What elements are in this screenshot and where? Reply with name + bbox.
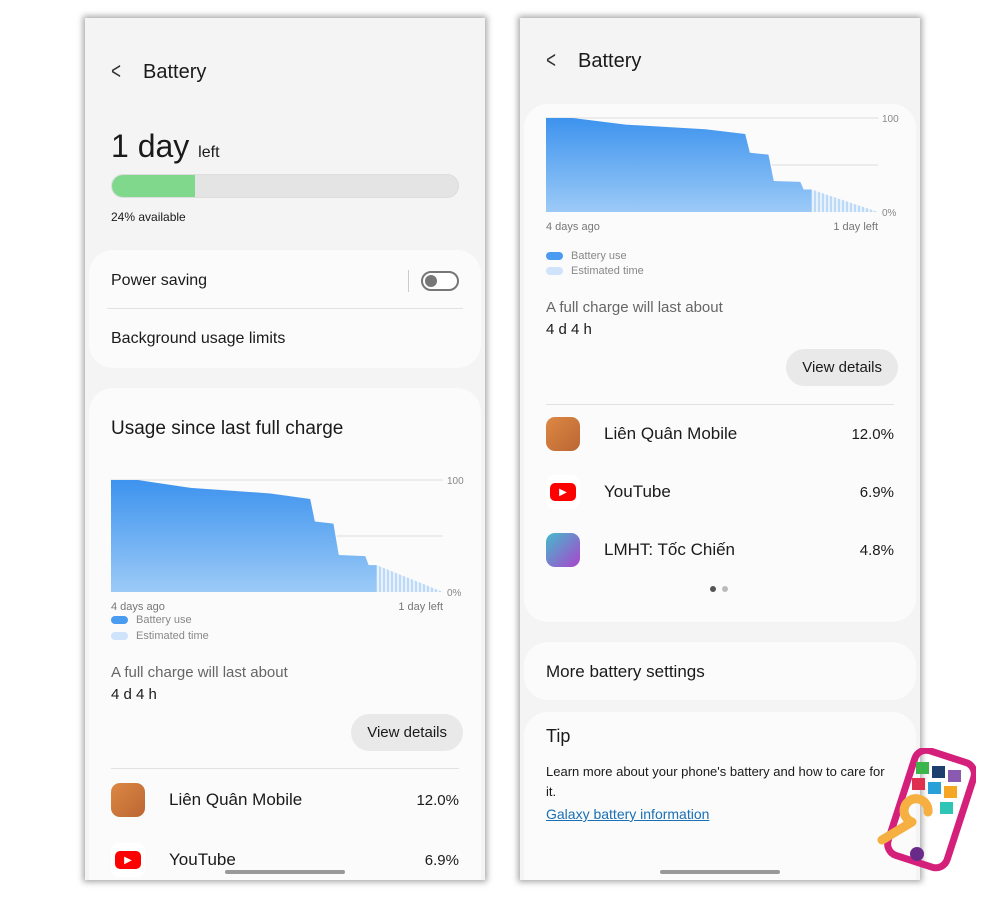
y-tick-100: 100 — [447, 476, 464, 487]
usage-title: Usage since last full charge — [111, 418, 344, 439]
tip-text: Learn more about your phone's battery an… — [546, 764, 885, 799]
y-tick-0: 0% — [447, 588, 462, 599]
app-row[interactable]: ▶ YouTube 6.9% — [111, 840, 459, 880]
full-charge-label: A full charge will last about — [546, 299, 723, 316]
battery-chart: 100 0% 4 days ago 1 day left — [546, 114, 899, 233]
power-saving-label: Power saving — [111, 272, 208, 289]
tip-card: Tip Learn more about your phone's batter… — [524, 712, 916, 880]
x-label-start: 4 days ago — [111, 601, 165, 613]
page-indicator[interactable] — [710, 586, 728, 592]
home-indicator — [225, 870, 345, 874]
usage-card: Usage since last full charge 100 0% 4 days… — [89, 388, 481, 880]
time-left: 1 day left — [111, 128, 220, 164]
full-charge-value: 4 d 4 h — [546, 321, 592, 338]
back-icon[interactable]: < — [111, 58, 121, 86]
home-indicator — [660, 870, 780, 874]
lien-quan-icon — [546, 417, 580, 451]
more-battery-settings[interactable]: More battery settings — [524, 642, 916, 700]
full-charge-label: A full charge will last about — [111, 664, 288, 681]
app-row[interactable]: ▶ YouTube 6.9% — [546, 472, 894, 512]
page-title: Battery — [578, 49, 642, 72]
settings-card: Power saving Background usage limits — [89, 250, 481, 368]
app-row[interactable]: LMHT: Tốc Chiến 4.8% — [546, 530, 894, 570]
x-label-end: 1 day left — [833, 221, 878, 233]
estimated-area — [811, 189, 878, 212]
app-row[interactable]: Liên Quân Mobile 12.0% — [111, 780, 459, 820]
lmht-icon — [546, 533, 580, 567]
youtube-icon: ▶ — [111, 843, 145, 877]
x-label-end: 1 day left — [398, 601, 443, 613]
youtube-icon: ▶ — [546, 475, 580, 509]
page-title: Battery — [143, 60, 207, 83]
legend-estimated: Estimated time — [546, 265, 644, 277]
background-usage-limits[interactable]: Background usage limits — [111, 330, 285, 348]
lien-quan-icon — [111, 783, 145, 817]
y-tick-100: 100 — [882, 114, 899, 125]
legend-battery-use: Battery use — [546, 250, 627, 262]
y-tick-0: 0% — [882, 208, 897, 219]
usage-card: 100 0% 4 days ago 1 day left Battery use Es… — [524, 104, 916, 622]
galaxy-battery-link[interactable]: Galaxy battery information — [546, 806, 709, 822]
phone-screen-left: < Battery 1 day left 24% available Power … — [85, 18, 485, 880]
app-row[interactable]: Liên Quân Mobile 12.0% — [546, 414, 894, 454]
estimated-area — [376, 565, 443, 592]
watermark-logo — [877, 748, 976, 872]
view-details-button[interactable]: View details — [786, 349, 898, 386]
available-text: 24% available — [111, 210, 186, 224]
view-details-button[interactable]: View details — [351, 714, 463, 751]
back-icon[interactable]: < — [546, 47, 556, 75]
battery-level-bar — [111, 174, 459, 198]
battery-chart: 100 0% 4 days ago 1 day left — [111, 476, 464, 613]
x-label-start: 4 days ago — [546, 221, 600, 233]
legend-estimated: Estimated time — [111, 630, 209, 642]
tip-title: Tip — [546, 726, 571, 746]
power-saving-row[interactable]: Power saving — [111, 270, 459, 292]
full-charge-value: 4 d 4 h — [111, 686, 157, 703]
legend-battery-use: Battery use — [111, 614, 192, 626]
more-battery-settings-label: More battery settings — [546, 662, 705, 681]
power-saving-toggle[interactable] — [421, 271, 459, 291]
phone-screen-right: 100 0% 4 days ago 1 day left Battery use Es… — [520, 18, 920, 880]
